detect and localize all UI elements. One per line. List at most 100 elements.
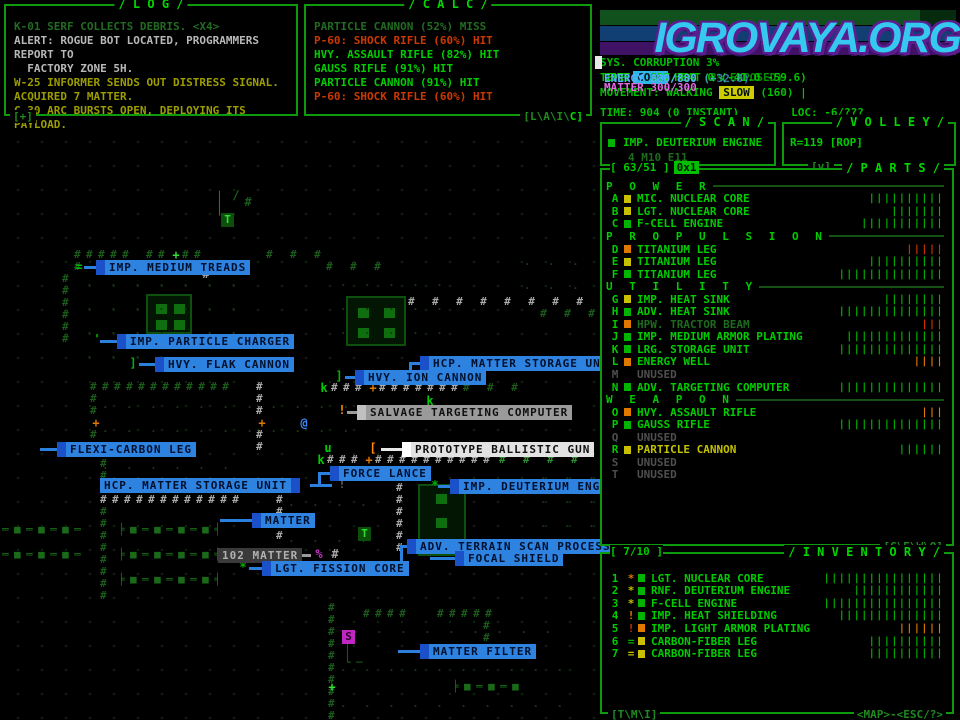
map-item-label[interactable]: MATTER (252, 513, 315, 528)
part-row[interactable]: FTitanium Leg|||||||||||||| (606, 268, 950, 281)
part-row[interactable]: RParticle Cannon|||||| (606, 443, 950, 456)
label-text: HVY. FLAK CANNON (164, 357, 294, 372)
map-viewport[interactable]: ########## # #### # #######. . . . . . .… (0, 120, 600, 720)
item-type-glyph: ! (624, 609, 638, 622)
part-name: Gauss Rifle (637, 418, 710, 431)
map-glyph[interactable]: ] (127, 357, 139, 369)
map-item-label[interactable]: FOCAL SHIELD (455, 551, 563, 566)
map-item-label[interactable]: IMP. PARTICLE CHARGER (117, 334, 294, 349)
part-row[interactable]: OHvy. Assault Rifle||| (606, 406, 950, 419)
inventory-row[interactable]: 7=Carbon-fiber Leg|||||||||| (606, 647, 950, 660)
door-glyph[interactable]: + (90, 417, 102, 429)
calc-tab-switcher[interactable]: [L\A\I\C] (520, 110, 586, 123)
inventory-row[interactable]: 5!Imp. Light Armor Plating|||||| (606, 622, 950, 635)
part-row[interactable]: GImp. Heat Sink|||||||| (606, 293, 950, 306)
map-item-label[interactable]: LGT. FISSION CORE (262, 561, 409, 576)
map-wall-run: # # # (540, 308, 600, 320)
inventory-row[interactable]: 1*Lgt. Nuclear Core|||||||||||||||| (606, 572, 950, 585)
map-glyph[interactable]: ! (336, 404, 348, 416)
part-row[interactable]: CF-Cell Engine||||||||||| (606, 218, 950, 231)
calc-title: / C A L C / (404, 0, 491, 11)
map-glyph[interactable]: ] (333, 370, 345, 382)
parts-section-label: P R O P U L S I O N (606, 230, 827, 243)
inventory-row[interactable]: 2*Rnf. Deuterium Engine|||||||||||| (606, 585, 950, 598)
item-integrity-bars: |||||||||| (869, 636, 950, 647)
part-row[interactable]: LEnergy Well|||| (606, 356, 950, 369)
map-glyph: # (242, 196, 254, 208)
robot-glyph[interactable]: k (315, 454, 327, 466)
label-text: MATTER FILTER (429, 644, 536, 659)
part-row[interactable]: SUnused (606, 456, 950, 469)
part-row[interactable]: TUnused (606, 469, 950, 482)
inventory-row[interactable]: 3*F-Cell Engine|||||||||||||||| (606, 597, 950, 610)
label-cap (155, 357, 164, 372)
map-wall-run: . . . . . . (102, 460, 234, 472)
inventory-row[interactable]: 6=Carbon-fiber Leg|||||||||| (606, 635, 950, 648)
machine-tile[interactable]: S (342, 630, 355, 644)
item-type-glyph: * (624, 597, 638, 610)
map-wall-run: . . . . . . . . . . (340, 662, 568, 674)
map-glyph[interactable]: % (313, 548, 325, 560)
door-glyph[interactable]: + (256, 417, 268, 429)
map-wall-run: ╞■═■═■ (452, 681, 524, 693)
machine-tile[interactable]: T (221, 213, 234, 227)
part-row[interactable]: ETitanium Leg|||||||||| (606, 255, 950, 268)
core-bar: CORE 627/700 (8% EXPOSED) (600, 10, 956, 25)
door-glyph[interactable]: + (363, 454, 375, 466)
map-item-label[interactable]: FORCE LANCE (330, 466, 431, 481)
map-item-label[interactable]: SALVAGE TARGETING COMPUTER (357, 405, 572, 420)
machine-block (436, 494, 447, 504)
map-item-label[interactable]: MATTER FILTER (420, 644, 536, 659)
part-name: Unused (637, 368, 677, 381)
robot-glyph[interactable]: u (322, 442, 334, 454)
label-leader-line (139, 363, 156, 366)
inventory-panel: [ 7/10 ] / I N V E N T O R Y / 1*Lgt. Nu… (600, 552, 954, 714)
label-cap (420, 644, 429, 659)
inventory-sort-switcher[interactable]: [T\M\I] (608, 708, 660, 720)
map-item-label[interactable]: HVY. ION CANNON (355, 370, 486, 385)
parts-volley-badge[interactable]: 0x1 (674, 161, 700, 174)
door-glyph[interactable]: + (326, 681, 338, 693)
map-glyph[interactable]: ' (91, 333, 103, 345)
map-wall-run: . . . . . . . . . (352, 624, 556, 636)
machine-tile[interactable]: T (358, 527, 371, 541)
part-row[interactable]: KLrg. Storage Unit|||||||||||||| (606, 343, 950, 356)
player-glyph[interactable]: @ (298, 417, 310, 429)
log-line: C-30 ARC bursts open, deploying its payl… (14, 104, 288, 132)
label-text: IMP. PARTICLE CHARGER (126, 334, 294, 349)
log-expand-button[interactable]: [+] (10, 110, 36, 123)
map-item-label[interactable]: HCP. MATTER STORAGE UNIT (420, 356, 620, 371)
map-item-label[interactable]: FLEXI-CARBON LEG (57, 442, 196, 457)
parts-list: P O W E RAMic. Nuclear Core||||||||||BLg… (602, 170, 952, 481)
map-item-label[interactable]: PROTOTYPE BALLISTIC GUN (402, 442, 594, 457)
part-name: Energy Well (637, 355, 710, 368)
part-row[interactable]: IHpw. Tractor Beam||| (606, 318, 950, 331)
map-item-label[interactable]: HVY. FLAK CANNON (155, 357, 294, 372)
calc-line: Particle Cannon (52%) Miss (314, 20, 582, 34)
part-row[interactable]: NAdv. Targeting Computer|||||||||||||| (606, 381, 950, 394)
inventory-row[interactable]: 4!Imp. Heat Shielding|||||||||||||| (606, 610, 950, 623)
part-row[interactable]: DTitanium Leg||||| (606, 243, 950, 256)
part-name: Adv. Heat Sink (637, 305, 730, 318)
map-esc-shortcuts[interactable]: <MAP>-<ESC/?> (854, 708, 946, 720)
parts-section-label: W E A P O N (606, 393, 734, 406)
label-leader-line (100, 340, 118, 343)
part-row[interactable]: JImp. Medium Armor Plating||||||||||||| (606, 331, 950, 344)
part-row[interactable]: AMic. Nuclear Core|||||||||| (606, 193, 950, 206)
robot-glyph[interactable]: k (318, 382, 330, 394)
label-text: PROTOTYPE BALLISTIC GUN (411, 442, 594, 457)
part-name: Lrg. Storage Unit (637, 343, 750, 356)
map-item-label[interactable]: HCP. MATTER STORAGE UNIT (100, 478, 300, 493)
label-cap (355, 370, 364, 385)
part-row[interactable]: BLgt. Nuclear Core||||||| (606, 205, 950, 218)
map-item-label[interactable]: IMP. MEDIUM TREADS (96, 260, 250, 275)
part-row[interactable]: MUnused (606, 368, 950, 381)
part-row[interactable]: HAdv. Heat Sink|||||||||||||| (606, 305, 950, 318)
part-integrity-bars: |||| (914, 356, 950, 367)
map-glyph: / (230, 189, 242, 201)
part-slot-key: O (606, 406, 624, 419)
part-name: Adv. Targeting Computer (637, 381, 789, 394)
part-row[interactable]: QUnused (606, 431, 950, 444)
calc-line: Gauss Rifle (91%) Hit (314, 62, 582, 76)
part-row[interactable]: PGauss Rifle|||||||||||||| (606, 418, 950, 431)
